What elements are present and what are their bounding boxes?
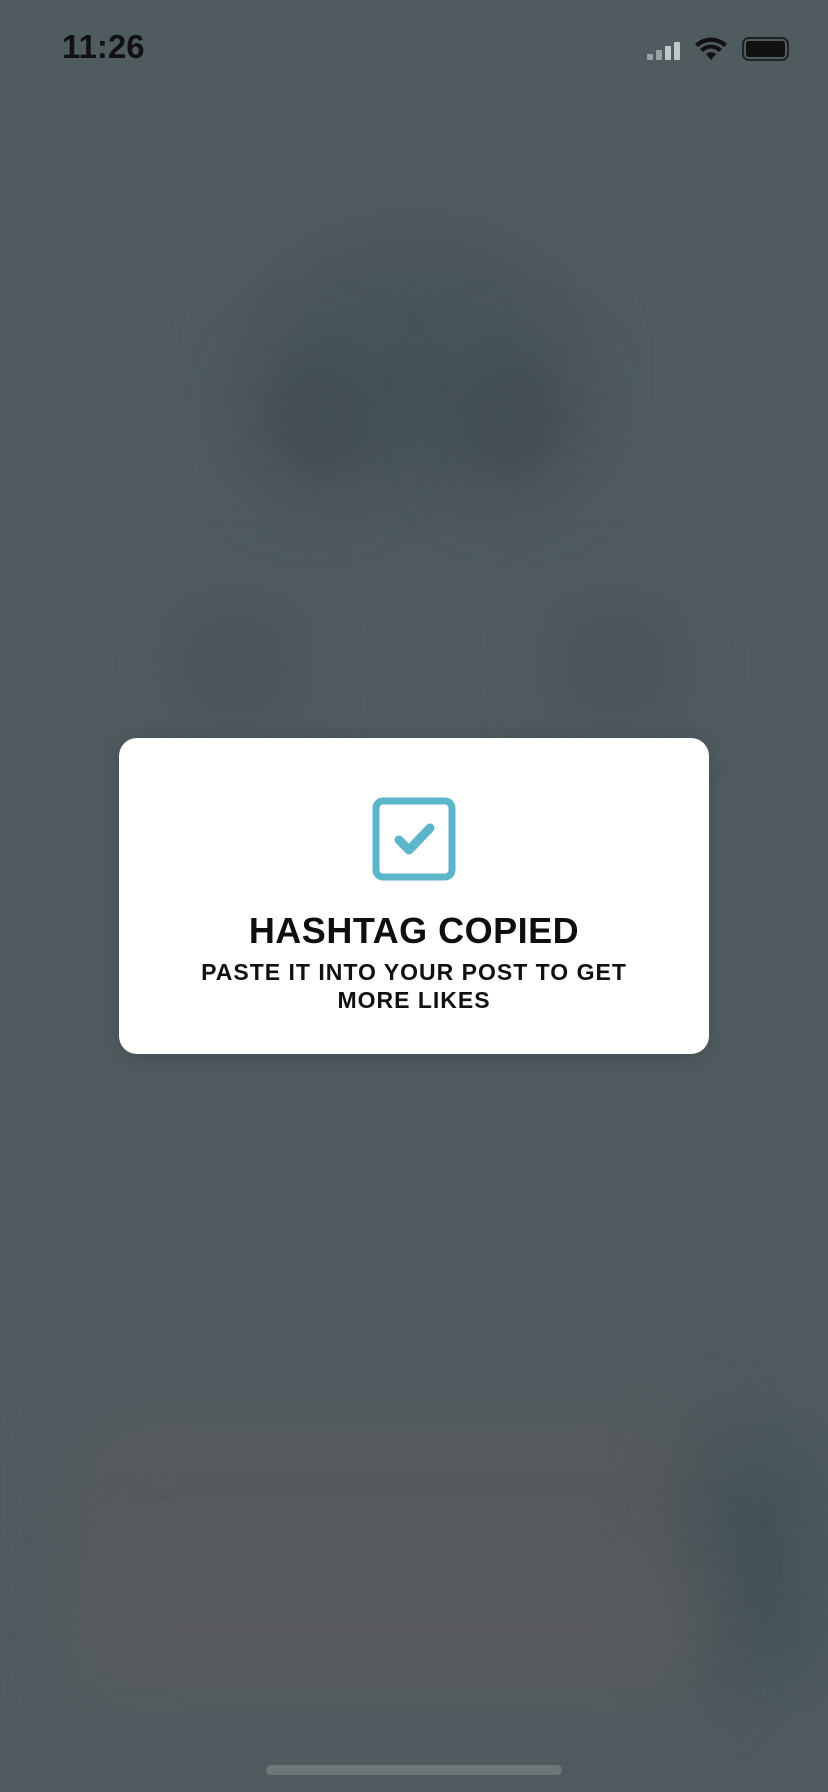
blurred-background-shape [560, 610, 670, 720]
home-indicator[interactable] [266, 1765, 562, 1775]
screen: 11:26 HASHTAG COPIED PASTE IT INTO YOUR … [0, 0, 828, 1792]
blurred-background-shape [80, 1570, 700, 1690]
cellular-signal-icon [647, 38, 680, 60]
blurred-background-shape [470, 370, 560, 480]
wifi-icon [694, 36, 728, 62]
status-icons [647, 36, 794, 62]
checkbox-checked-icon [372, 797, 456, 881]
status-bar: 11:26 [0, 0, 828, 100]
copied-toast: HASHTAG COPIED PASTE IT INTO YOUR POST T… [119, 738, 709, 1054]
toast-subtitle: PASTE IT INTO YOUR POST TO GET MORE LIKE… [201, 959, 627, 1013]
blurred-background-shape [180, 610, 290, 720]
status-time: 11:26 [62, 28, 145, 65]
blurred-background-shape [270, 370, 360, 480]
blurred-background-shape [700, 1440, 810, 1680]
toast-title: HASHTAG COPIED [248, 910, 580, 951]
battery-icon [742, 36, 794, 62]
